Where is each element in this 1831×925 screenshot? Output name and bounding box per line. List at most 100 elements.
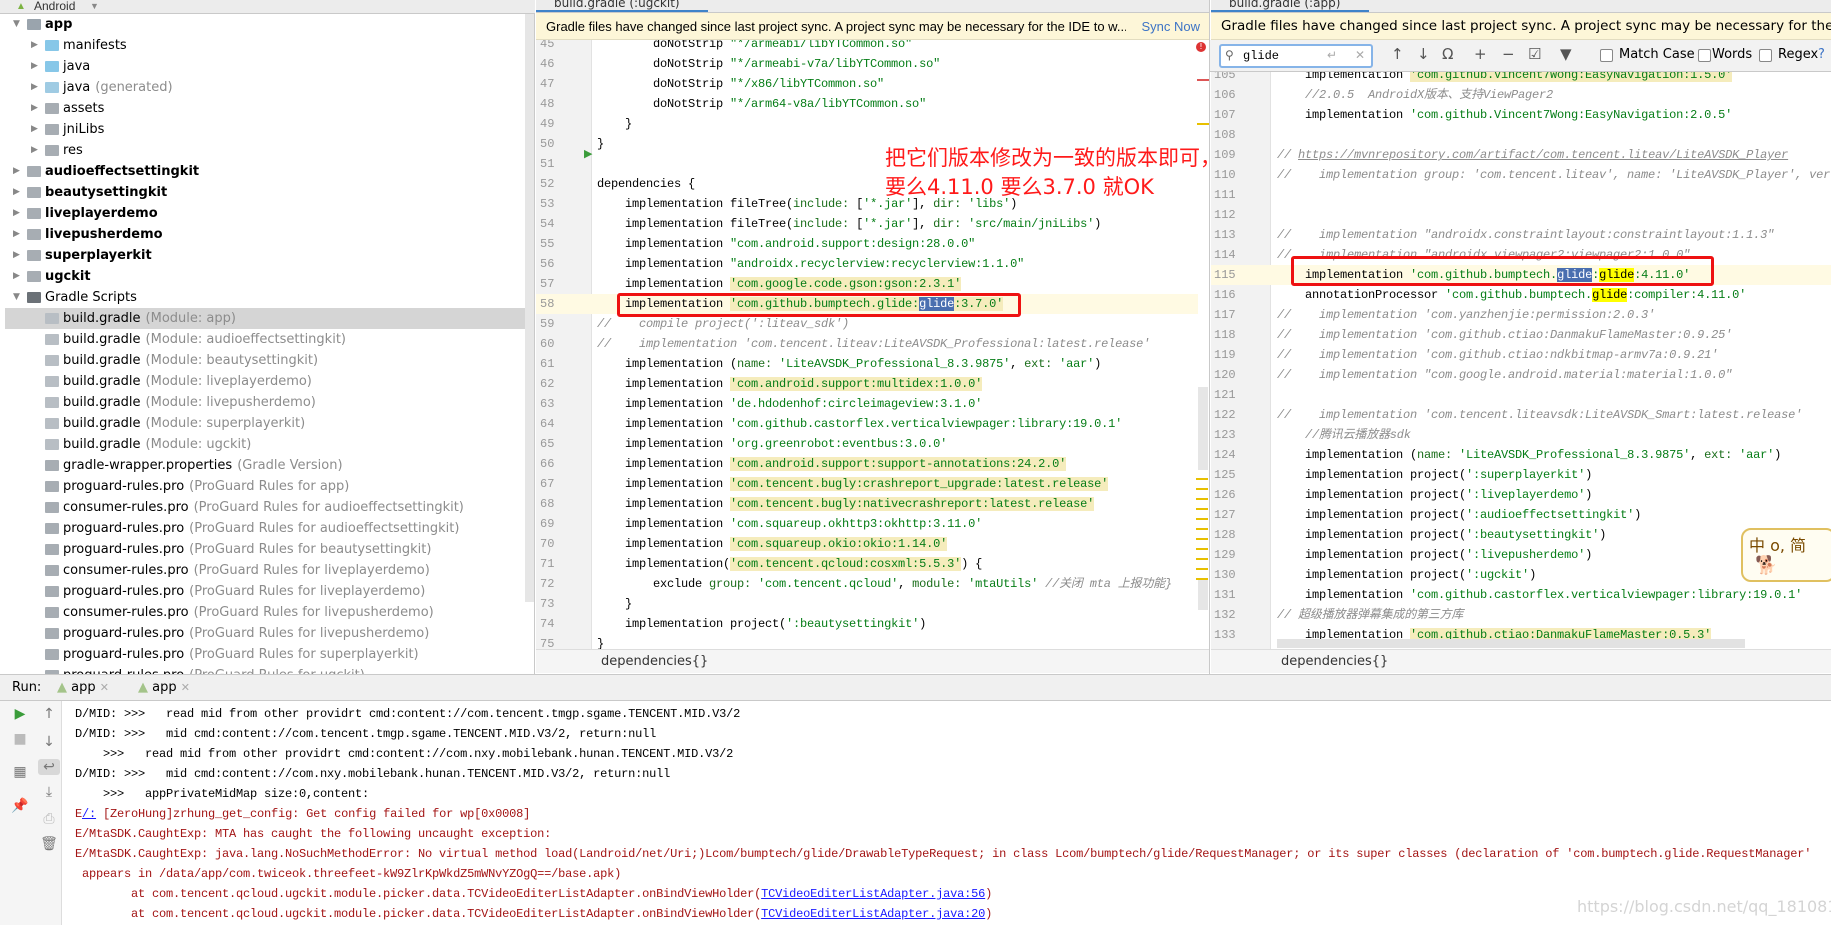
expand-arrow-icon[interactable]: ▶ (13, 182, 20, 203)
code-line[interactable]: dependencies { (597, 174, 695, 194)
expand-arrow-icon[interactable]: ▶ (13, 266, 20, 287)
run-gutter-icon[interactable]: ▶ (584, 147, 592, 160)
code-line[interactable]: implementation project(':ugckit') (1277, 565, 1536, 585)
project-tree-scrollbar[interactable] (525, 14, 534, 602)
code-line[interactable]: doNotStrip "*/x86/libYTCommon.so" (597, 74, 884, 94)
code-line[interactable]: } (597, 134, 604, 154)
tab-build-gradle-app[interactable]: build.gradle (:app) (1211, 0, 1369, 12)
add-occurrence-icon[interactable]: + (1474, 45, 1487, 63)
tree-item[interactable]: build.gradle (Module: superplayerkit) (5, 413, 525, 434)
clear-all-icon[interactable]: 🗑 (38, 836, 60, 852)
tree-item[interactable]: consumer-rules.pro (ProGuard Rules for au… (5, 497, 525, 518)
words-checkbox[interactable] (1698, 49, 1711, 62)
previous-occurrence-icon[interactable]: ↑ (1391, 45, 1404, 63)
code-area[interactable]: 105 implementation 'com.github.Vincent7W… (1211, 72, 1831, 649)
remove-occurrence-icon[interactable]: − (1502, 45, 1515, 63)
pin-icon[interactable]: 📌 (9, 798, 31, 814)
tree-item[interactable]: proguard-rules.pro (ProGuard Rules for au… (5, 518, 525, 539)
rerun-icon[interactable]: ▶ (9, 706, 31, 722)
dropdown-arrow-icon[interactable]: ▼ (90, 0, 99, 13)
scroll-to-end-icon[interactable]: ⤓ (38, 784, 60, 800)
code-line[interactable]: implementation 'com.tencent.bugly:native… (597, 494, 1094, 514)
toggle-select-icon[interactable]: ☑ (1528, 45, 1541, 63)
expand-arrow-icon[interactable]: ▶ (13, 245, 20, 266)
code-line[interactable]: annotationProcessor 'com.github.bumptech… (1277, 285, 1746, 305)
soft-wrap-icon[interactable]: ↩ (38, 759, 60, 775)
expand-arrow-icon[interactable]: ▶ (13, 224, 20, 245)
source-link[interactable]: TCVideoEditerListAdapter.java:56 (761, 887, 985, 901)
code-line[interactable]: // implementation 'com.yanzhenjie:permis… (1277, 305, 1655, 325)
code-line[interactable]: } (597, 114, 632, 134)
expand-arrow-icon[interactable]: ▶ (31, 119, 38, 140)
code-line[interactable]: implementation project(':liveplayerdemo'… (1277, 485, 1592, 505)
tree-item[interactable]: ▼ app (5, 14, 525, 35)
expand-arrow-icon[interactable]: ▶ (31, 98, 38, 119)
code-line[interactable]: implementation('com.tencent.qcloud:cosxm… (597, 554, 982, 574)
search-input[interactable]: ⚲ glide ↵ ✕ (1219, 44, 1373, 68)
expand-arrow-icon[interactable]: ▶ (31, 56, 38, 77)
expand-arrow-icon[interactable]: ▶ (31, 140, 38, 161)
code-line[interactable]: } (597, 634, 604, 649)
tree-item[interactable]: ▶ livepusherdemo (5, 224, 525, 245)
code-line[interactable]: } (597, 594, 632, 614)
run-tab-app-1[interactable]: ▲ app ✕ (57, 675, 109, 701)
project-view-selector[interactable]: Android (34, 0, 75, 13)
tree-item[interactable]: build.gradle (Module: ugckit) (5, 434, 525, 455)
code-line[interactable]: implementation fileTree(include: ['*.jar… (597, 214, 1101, 234)
tree-item[interactable]: proguard-rules.pro (ProGuard Rules for li… (5, 581, 525, 602)
tree-item[interactable]: ▶ jniLibs (5, 119, 525, 140)
regex-label[interactable]: Regex (1778, 47, 1818, 62)
code-line[interactable]: // implementation 'com.github.ctiao:ndkb… (1277, 345, 1718, 365)
code-line[interactable]: implementation 'de.hdodenhof:circleimage… (597, 394, 982, 414)
code-line[interactable]: implementation 'com.github.castorflex.ve… (597, 414, 1122, 434)
tree-item[interactable]: ▶ java (generated) (5, 77, 525, 98)
code-line[interactable]: implementation 'com.github.castorflex.ve… (1277, 585, 1802, 605)
code-line[interactable]: implementation "com.android.support:desi… (597, 234, 975, 254)
code-line[interactable]: implementation "androidx.recyclerview:re… (597, 254, 1024, 274)
code-line[interactable]: implementation 'org.greenrobot:eventbus:… (597, 434, 947, 454)
code-line[interactable]: implementation project(':superplayerkit'… (1277, 465, 1592, 485)
tree-item[interactable]: proguard-rules.pro (ProGuard Rules for li… (5, 623, 525, 644)
code-area[interactable]: 45 doNotStrip "*/armeabi/libYTCommon.so"… (536, 40, 1209, 649)
match-case-label[interactable]: Match Case (1619, 47, 1695, 62)
tree-item[interactable]: proguard-rules.pro (ProGuard Rules for ap… (5, 476, 525, 497)
error-icon[interactable]: ! (1196, 42, 1206, 52)
tree-item[interactable]: ▶ ugckit (5, 266, 525, 287)
tree-item[interactable]: ▶ manifests (5, 35, 525, 56)
tree-item[interactable]: ▶ superplayerkit (5, 245, 525, 266)
code-line[interactable]: implementation project(':beautysettingki… (1277, 525, 1606, 545)
code-line[interactable]: // implementation 'com.tencent.liteavsdk… (1277, 405, 1802, 425)
code-line[interactable]: implementation 'com.google.code.gson:gso… (597, 274, 961, 294)
code-line[interactable]: doNotStrip "*/armeabi-v7a/libYTCommon.so… (597, 54, 940, 74)
expand-arrow-icon[interactable]: ▶ (31, 77, 38, 98)
code-line[interactable]: implementation 'com.github.Vincent7Wong:… (1277, 72, 1732, 85)
expand-arrow-icon[interactable]: ▶ (31, 35, 38, 56)
code-line[interactable]: implementation 'com.github.Vincent7Wong:… (1277, 105, 1732, 125)
select-all-occurrences-icon[interactable]: Ω (1442, 45, 1453, 63)
tab-build-gradle-ugckit[interactable]: build.gradle (:ugckit) (536, 0, 708, 12)
tree-item[interactable]: ▶ audioeffectsettingkit (5, 161, 525, 182)
tree-item[interactable]: ▼ Gradle Scripts (5, 287, 525, 308)
words-label[interactable]: Words (1712, 47, 1752, 62)
code-line[interactable]: doNotStrip "*/armeabi/libYTCommon.so" (597, 40, 912, 54)
collapse-arrow-icon[interactable]: ▼ (13, 287, 20, 308)
code-line[interactable]: implementation project(':beautysettingki… (597, 614, 926, 634)
tree-item[interactable]: ▶ liveplayerdemo (5, 203, 525, 224)
code-line[interactable]: implementation project(':livepusherdemo'… (1277, 545, 1592, 565)
code-line[interactable]: implementation 'com.squareup.okio:okio:1… (597, 534, 947, 554)
expand-arrow-icon[interactable]: ▶ (13, 161, 20, 182)
scroll-up-icon[interactable]: ↑ (38, 706, 60, 722)
source-link[interactable]: TCVideoEditerListAdapter.java:20 (761, 907, 985, 921)
code-line[interactable]: // implementation 'com.tencent.liteav:Li… (597, 334, 1150, 354)
code-line[interactable]: implementation 'com.squareup.okhttp3:okh… (597, 514, 982, 534)
close-tab-icon[interactable]: ✕ (181, 681, 190, 694)
code-line[interactable]: // compile project(':liteav_sdk') (597, 314, 849, 334)
filter-icon[interactable]: ▼ (1560, 45, 1572, 63)
collapse-arrow-icon[interactable]: ▼ (13, 14, 20, 35)
clear-search-icon[interactable]: ✕ (1355, 46, 1365, 66)
sync-now-link[interactable]: Sync Now (1141, 13, 1200, 39)
tree-item[interactable]: proguard-rules.pro (ProGuard Rules for be… (5, 539, 525, 560)
run-tab-app-2[interactable]: ▲ app ✕ (138, 675, 190, 701)
breadcrumb-item[interactable]: dependencies{} (601, 650, 708, 674)
breadcrumb-item[interactable]: dependencies{} (1281, 650, 1388, 674)
